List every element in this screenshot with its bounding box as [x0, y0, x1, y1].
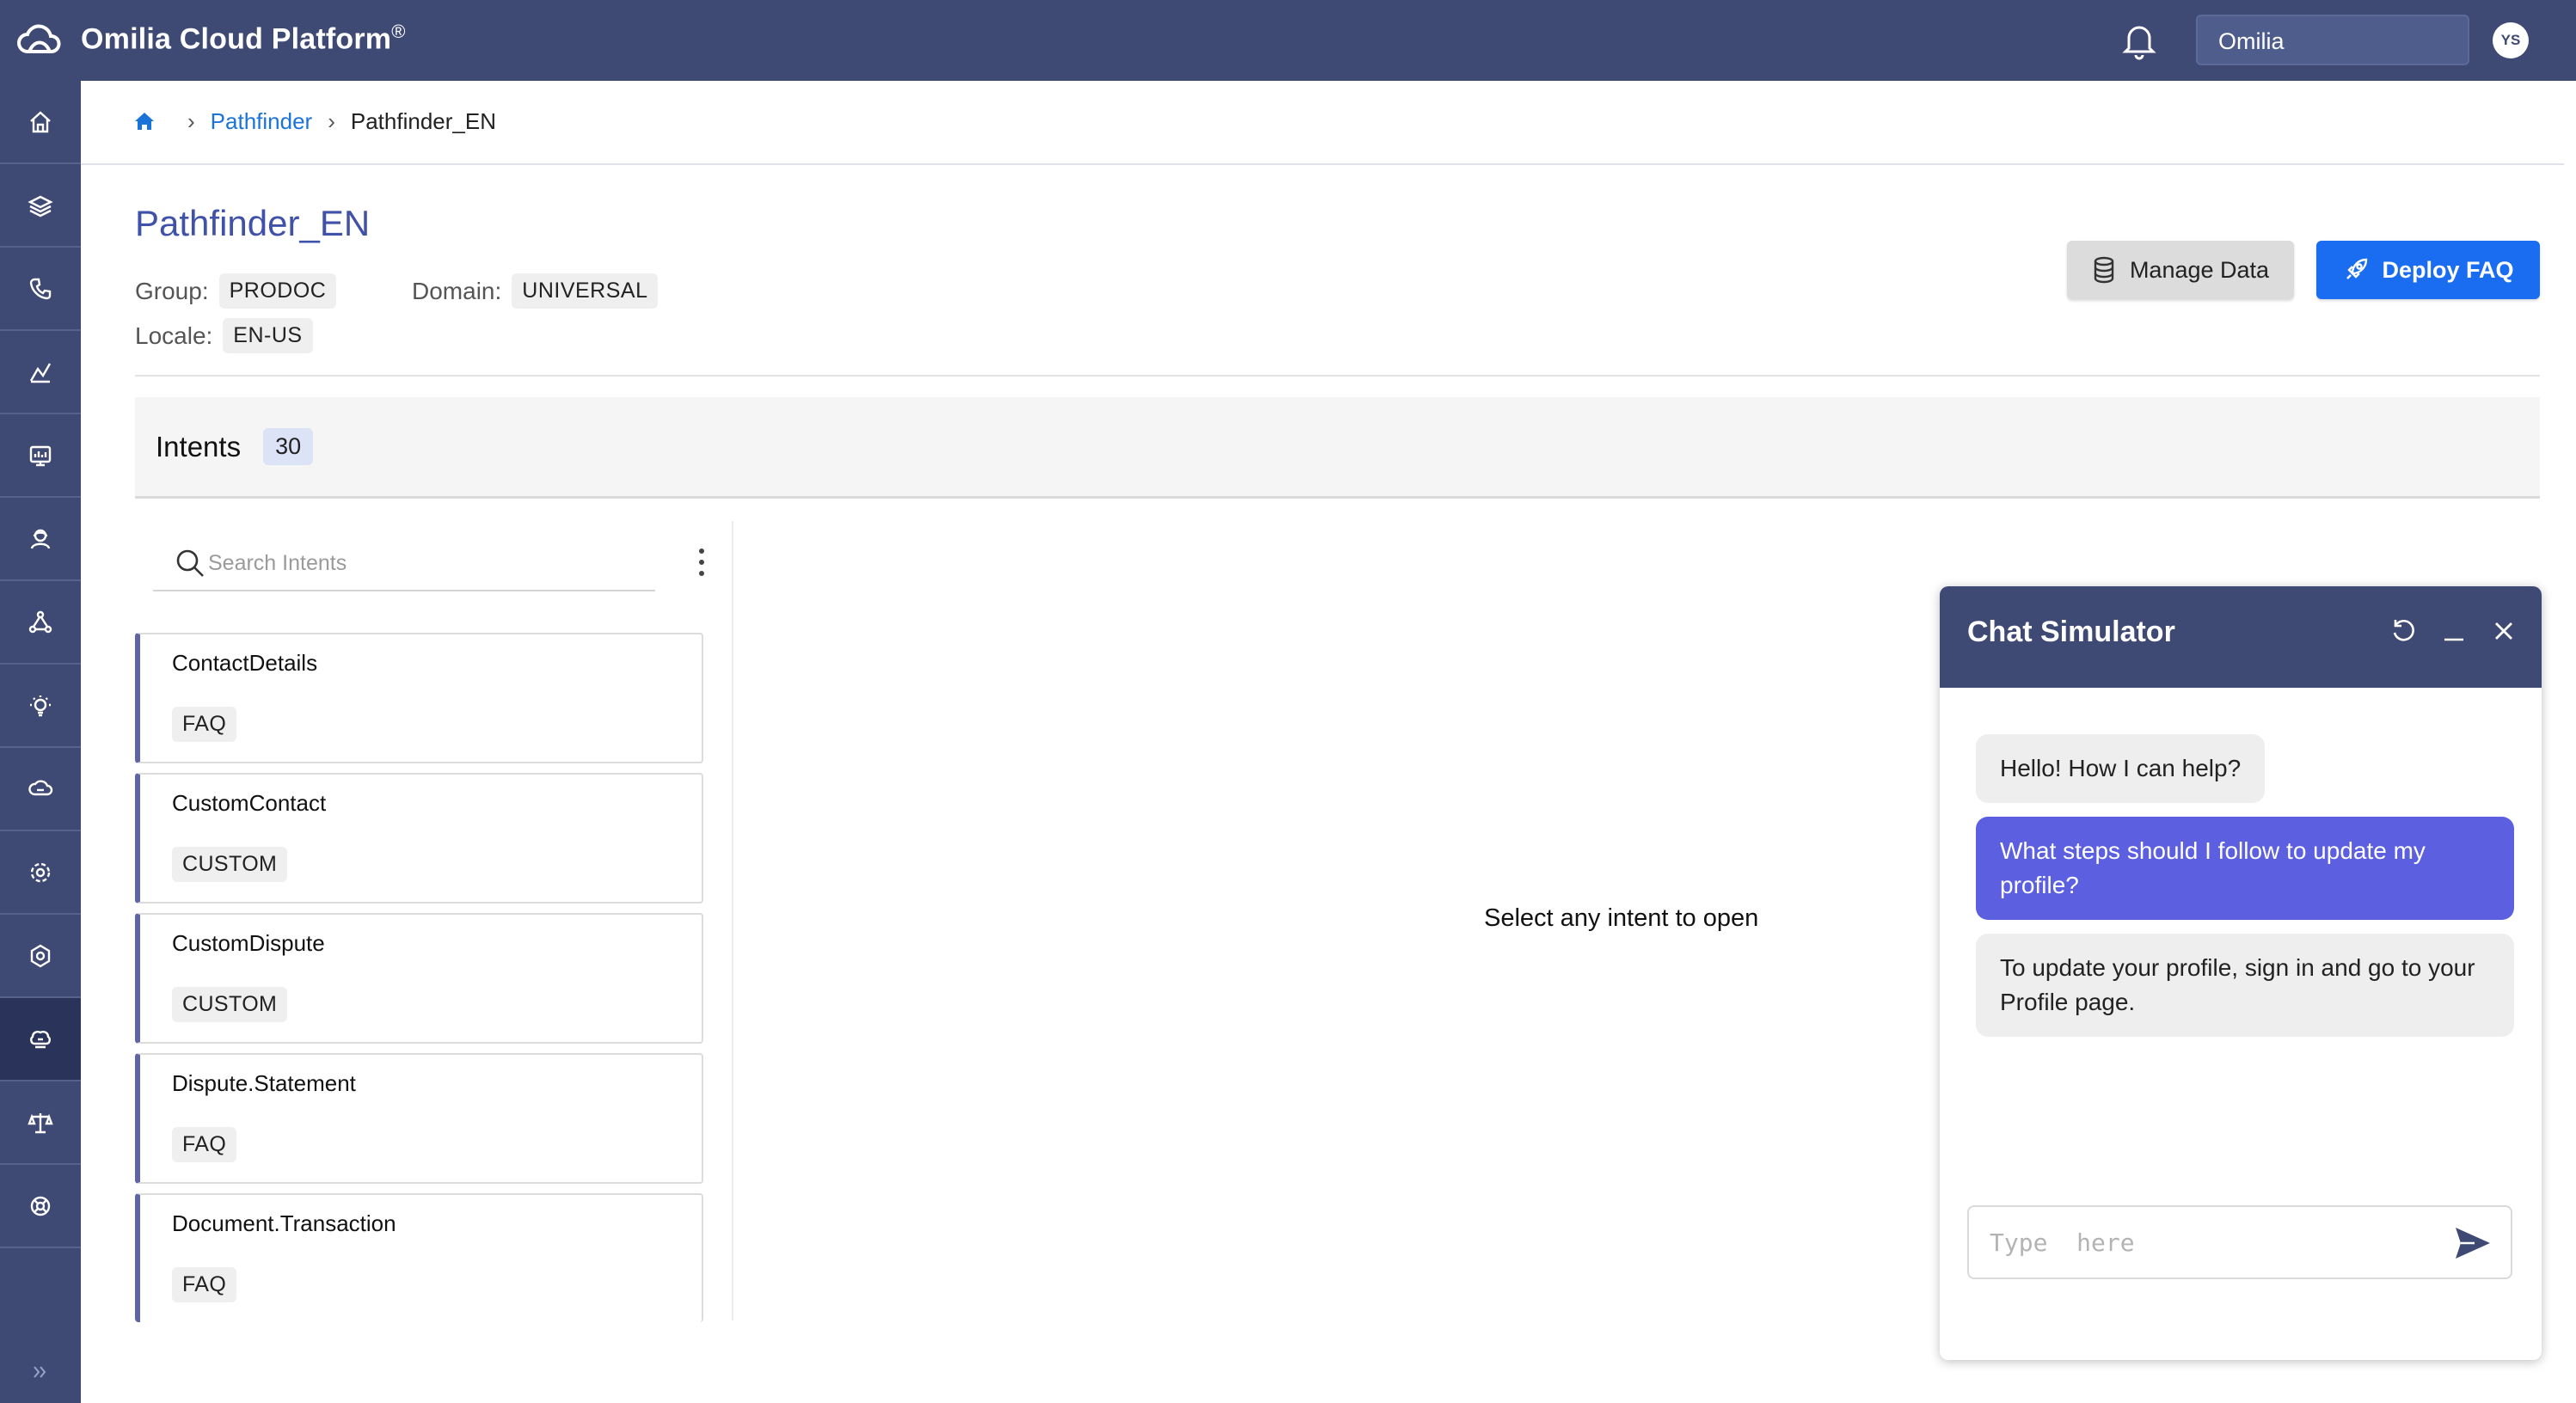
minimize-icon[interactable]	[2438, 616, 2469, 646]
layers-icon	[28, 195, 53, 217]
deploy-faq-label: Deploy FAQ	[2382, 256, 2514, 283]
breadcrumb-separator: ›	[187, 107, 195, 134]
sidebar-item-cloud[interactable]	[0, 748, 81, 831]
intent-card[interactable]: CustomDispute CUSTOM	[135, 913, 703, 1044]
domain-value: UNIVERSAL	[512, 273, 659, 309]
search-icon	[176, 549, 204, 577]
brand-mark: ®	[391, 21, 406, 42]
intent-name: Document.Transaction	[172, 1210, 396, 1236]
manage-data-button[interactable]: Manage Data	[2067, 241, 2294, 299]
cloud-logo-icon[interactable]	[15, 19, 64, 60]
search-input[interactable]	[208, 550, 621, 576]
network-icon	[28, 610, 52, 633]
sidebar-item-configuration[interactable]	[0, 915, 81, 998]
cloud-icon	[28, 780, 53, 795]
close-icon[interactable]	[2488, 616, 2519, 646]
rocket-icon	[2346, 258, 2368, 279]
locale-label: Locale:	[135, 322, 213, 349]
intents-title: Intents	[156, 430, 242, 463]
domain-field: Domain: UNIVERSAL	[412, 273, 659, 309]
sidebar-item-agent[interactable]	[0, 498, 81, 581]
group-value: PRODOC	[218, 273, 337, 309]
intent-card[interactable]: Dispute.Statement FAQ	[135, 1053, 703, 1184]
intent-card[interactable]: CustomContact CUSTOM	[135, 773, 703, 904]
hexagon-gear-icon	[30, 944, 51, 967]
group-label: Group:	[135, 277, 209, 304]
manage-data-label: Manage Data	[2129, 256, 2270, 283]
sidebar-item-analytics[interactable]	[0, 331, 81, 414]
breadcrumb-current: Pathfinder_EN	[350, 107, 496, 134]
breadcrumb: › Pathfinder › Pathfinder_EN	[132, 107, 496, 136]
locale-value: EN-US	[223, 318, 313, 353]
home-icon	[30, 110, 51, 132]
intent-card[interactable]: ContactDetails FAQ	[135, 633, 703, 763]
brand-title[interactable]: Omilia Cloud Platform®	[81, 21, 406, 56]
organization-selector[interactable]: Omilia	[2196, 15, 2469, 65]
divider	[135, 375, 2540, 377]
phone-icon	[29, 278, 52, 299]
group-field: Group: PRODOC	[135, 273, 337, 309]
breadcrumb-separator: ›	[328, 107, 335, 134]
home-icon[interactable]	[132, 109, 156, 133]
sidebar-item-phone[interactable]	[0, 248, 81, 331]
sidebar-item-settings[interactable]	[0, 831, 81, 915]
top-bar: Omilia Cloud Platform® Omilia YS	[0, 0, 2576, 81]
reset-icon[interactable]	[2389, 616, 2420, 646]
agent-icon	[30, 529, 51, 549]
avatar[interactable]: YS	[2493, 22, 2529, 58]
more-options-icon[interactable]	[693, 545, 710, 579]
intents-count-badge: 30	[263, 428, 314, 465]
lightbulb-icon	[30, 695, 51, 716]
intent-type-tag: FAQ	[172, 707, 237, 742]
sidebar-expand-button[interactable]	[0, 1355, 81, 1389]
divider	[81, 163, 2564, 165]
sidebar-item-nlu[interactable]	[0, 998, 81, 1081]
sidebar-item-network[interactable]	[0, 581, 81, 665]
chat-title: Chat Simulator	[1967, 616, 2175, 648]
scale-icon	[28, 1112, 53, 1133]
double-chevron-right-icon	[34, 1366, 46, 1378]
sidebar-item-monitor[interactable]	[0, 414, 81, 498]
deploy-faq-button[interactable]: Deploy FAQ	[2316, 241, 2540, 299]
sidebar-item-home[interactable]	[0, 81, 81, 164]
settings-icon	[30, 862, 51, 882]
intent-name: ContactDetails	[172, 650, 318, 676]
intent-name: Dispute.Statement	[172, 1070, 356, 1096]
domain-label: Domain:	[412, 277, 502, 304]
sidebar	[0, 81, 81, 1403]
bell-icon[interactable]	[2120, 21, 2158, 60]
bot-message: Hello! How I can help?	[1976, 734, 2266, 803]
intents-header: Intents 30	[135, 397, 2540, 499]
chat-simulator: Chat Simulator Hello! How I can help? Wh…	[1940, 586, 2542, 1360]
bot-message: To update your profile, sign in and go t…	[1976, 934, 2514, 1037]
sidebar-item-ideas[interactable]	[0, 665, 81, 748]
support-icon	[30, 1196, 51, 1216]
brand-name: Omilia Cloud Platform	[81, 22, 392, 56]
intent-type-tag: FAQ	[172, 1267, 237, 1302]
intent-name: CustomDispute	[172, 930, 325, 956]
intent-type-tag: CUSTOM	[172, 987, 288, 1022]
chat-input-box	[1967, 1205, 2512, 1279]
page-title: Pathfinder_EN	[135, 203, 371, 243]
intent-type-tag: FAQ	[172, 1127, 237, 1162]
intent-type-tag: CUSTOM	[172, 847, 288, 882]
breadcrumb-link-pathfinder[interactable]: Pathfinder	[211, 108, 313, 135]
analytics-icon	[29, 362, 52, 383]
monitor-icon	[29, 445, 52, 466]
intent-card[interactable]: Document.Transaction FAQ	[135, 1193, 703, 1322]
chat-input[interactable]	[1990, 1228, 2454, 1257]
send-icon[interactable]	[2452, 1224, 2492, 1262]
sidebar-item-support[interactable]	[0, 1165, 81, 1248]
brain-icon	[30, 1030, 51, 1048]
divider	[732, 521, 733, 1320]
chat-header: Chat Simulator	[1940, 586, 2542, 688]
database-icon	[2094, 256, 2114, 284]
sidebar-item-layers[interactable]	[0, 164, 81, 248]
empty-state-message: Select any intent to open	[1484, 904, 1759, 932]
intent-search	[153, 536, 655, 591]
locale-field: Locale: EN-US	[135, 318, 313, 353]
user-message: What steps should I follow to update my …	[1976, 817, 2514, 920]
sidebar-item-compliance[interactable]	[0, 1081, 81, 1165]
intent-name: CustomContact	[172, 790, 327, 816]
